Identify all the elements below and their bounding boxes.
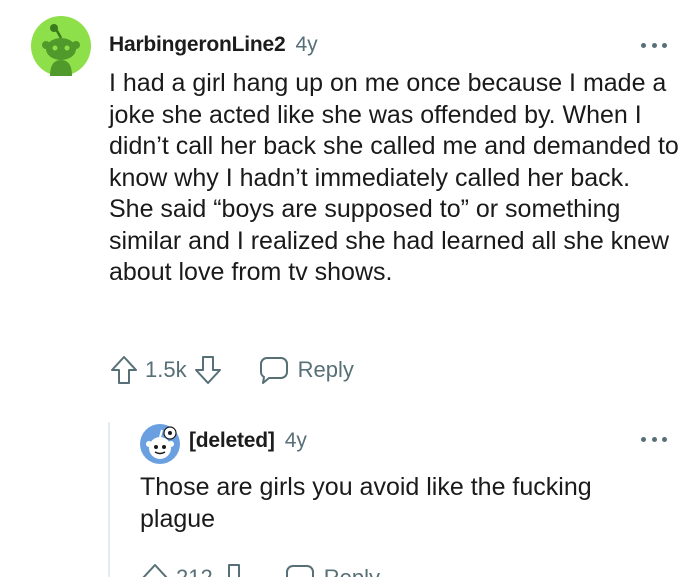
arrow-down-icon (221, 564, 246, 577)
upvote-button[interactable] (109, 354, 139, 386)
reply-label: Reply (297, 357, 354, 382)
thread-line[interactable] (108, 422, 110, 577)
comment-age: 4y (284, 429, 307, 452)
arrow-up-icon (111, 356, 137, 384)
vote-score: 1.5k (145, 357, 187, 382)
speech-bubble-icon (259, 357, 288, 384)
speech-bubble-icon (285, 565, 314, 577)
arrow-down-icon (194, 356, 221, 384)
comment-actions: 212 Reply (140, 560, 380, 577)
downvote-button[interactable] (219, 562, 249, 577)
upvote-button[interactable] (140, 562, 170, 577)
more-options-button[interactable] (641, 40, 667, 50)
comment-thread: HarbingeronLine2 4y I had a girl hang up… (0, 0, 700, 577)
downvote-button[interactable] (193, 354, 223, 386)
arrow-up-icon (142, 564, 168, 577)
more-options-icon (641, 436, 646, 442)
snoo-deleted-avatar-icon (140, 424, 180, 464)
comment-body: I had a girl hang up on me once because … (109, 69, 679, 286)
more-options-icon (641, 42, 646, 48)
comment-header: [deleted] 4y (189, 429, 307, 453)
reply-button[interactable]: Reply (285, 564, 380, 577)
avatar[interactable] (31, 16, 91, 76)
comment-author: [deleted] (189, 429, 275, 452)
vote-score: 212 (176, 565, 213, 577)
more-options-button[interactable] (641, 434, 667, 444)
comment-header: HarbingeronLine2 4y (109, 33, 318, 57)
reply-label: Reply (324, 565, 380, 577)
comment-age: 4y (295, 33, 318, 56)
reply-button[interactable]: Reply (259, 356, 354, 384)
snoo-avatar-icon (31, 16, 91, 76)
comment-author[interactable]: HarbingeronLine2 (109, 33, 286, 57)
avatar[interactable] (140, 424, 180, 464)
comment-body: Those are girls you avoid like the fucki… (140, 473, 592, 533)
comment-actions: 1.5k Reply (109, 352, 354, 388)
